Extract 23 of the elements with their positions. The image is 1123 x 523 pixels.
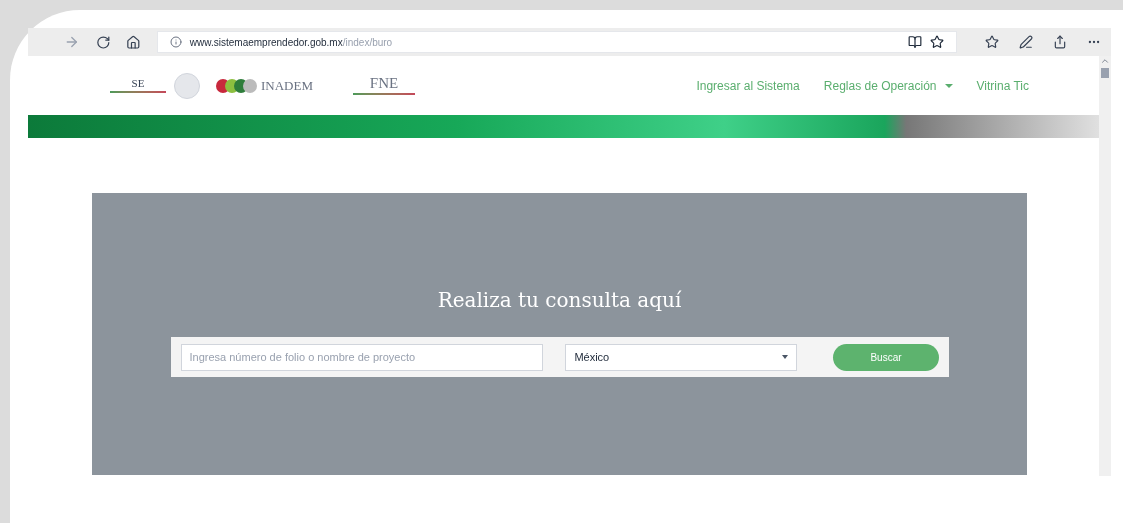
scroll-thumb[interactable]	[1101, 68, 1109, 78]
info-icon	[169, 36, 182, 48]
hero-title: Realiza tu consulta aquí	[437, 287, 682, 314]
favorites-list-icon[interactable]	[985, 35, 999, 49]
reading-view-icon[interactable]	[908, 35, 922, 49]
logo: SE	[110, 78, 166, 93]
pen-icon[interactable]	[1019, 35, 1033, 49]
logo: FNE	[353, 76, 415, 95]
favorite-icon[interactable]	[930, 35, 944, 49]
logo: INADEM	[216, 78, 313, 93]
home-icon[interactable]	[126, 34, 141, 50]
share-icon[interactable]	[1053, 35, 1067, 49]
caret-icon	[782, 355, 789, 359]
search-button[interactable]: Buscar	[833, 343, 939, 371]
search-field[interactable]: Ingresa número de folio o nombre de proyecto	[180, 343, 544, 371]
url-text: www.sistemaemprendedor.gob.mx/index/buro	[189, 35, 393, 50]
country-select[interactable]: México	[565, 343, 798, 371]
address-bar[interactable]: www.sistemaemprendedor.gob.mx/index/buro	[156, 31, 957, 53]
nav-link[interactable]: Reglas de Operación	[823, 76, 953, 95]
nav-link[interactable]: Vitrina Tic	[976, 76, 1029, 95]
nav-link[interactable]: Ingresar al Sistema	[696, 76, 800, 95]
caret-icon	[944, 83, 953, 88]
reload-icon[interactable]	[95, 34, 111, 50]
